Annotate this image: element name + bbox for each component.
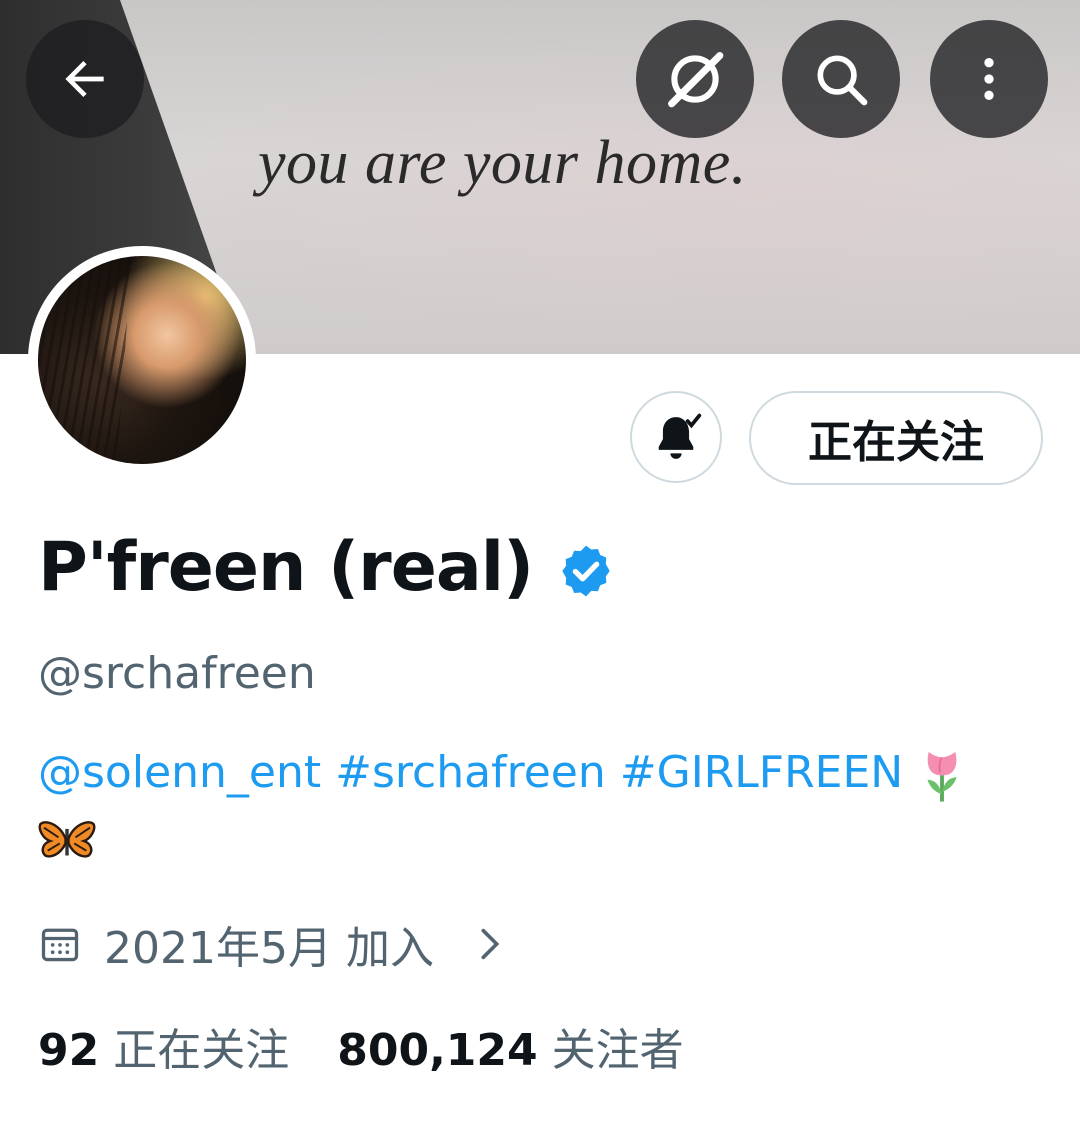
following-label: 正在关注 <box>113 1025 290 1076</box>
back-button[interactable] <box>26 20 144 138</box>
calendar-icon <box>41 928 79 962</box>
avatar-image <box>38 256 246 464</box>
followers-label: 关注者 <box>551 1025 684 1076</box>
joined-date: 2021年5月 加入 <box>104 923 434 974</box>
chevron-right-icon <box>481 928 500 960</box>
more-vertical-icon <box>984 58 994 100</box>
profile-handle: @srchafreen <box>38 648 316 699</box>
search-button[interactable] <box>782 20 900 138</box>
profile-bio: @solenn_ent #srchafreen #GIRLFREEN <box>38 740 1038 872</box>
following-count: 92 <box>38 1025 100 1076</box>
grok-button[interactable] <box>636 20 754 138</box>
bio-hashtag-link[interactable]: #GIRLFREEN <box>620 747 903 798</box>
bell-check-icon <box>658 413 702 459</box>
banner-caption: you are your home. <box>258 129 747 197</box>
arrow-left-icon <box>65 61 104 97</box>
tulip-emoji <box>927 752 957 802</box>
avatar[interactable] <box>28 246 256 474</box>
followers-count: 800,124 <box>337 1025 538 1076</box>
bio-mention-link[interactable]: @solenn_ent <box>38 747 321 798</box>
display-name: P'freen (real) <box>38 528 534 607</box>
butterfly-emoji <box>38 821 96 858</box>
grok-icon <box>668 52 724 108</box>
notification-button[interactable] <box>630 391 722 483</box>
more-button[interactable] <box>930 20 1048 138</box>
search-icon <box>817 55 868 106</box>
profile-stats: 92 正在关注 800,124 关注者 <box>38 1014 684 1078</box>
joined-date-row[interactable]: 2021年5月 加入 <box>38 912 510 976</box>
following-stat[interactable]: 92 正在关注 <box>38 1014 289 1078</box>
verified-badge-icon[interactable] <box>557 542 615 600</box>
name-row: P'freen (real) <box>38 528 615 607</box>
bio-hashtag-link[interactable]: #srchafreen <box>335 747 606 798</box>
followers-stat[interactable]: 800,124 关注者 <box>337 1014 683 1078</box>
following-button[interactable]: 正在关注 <box>749 391 1043 485</box>
